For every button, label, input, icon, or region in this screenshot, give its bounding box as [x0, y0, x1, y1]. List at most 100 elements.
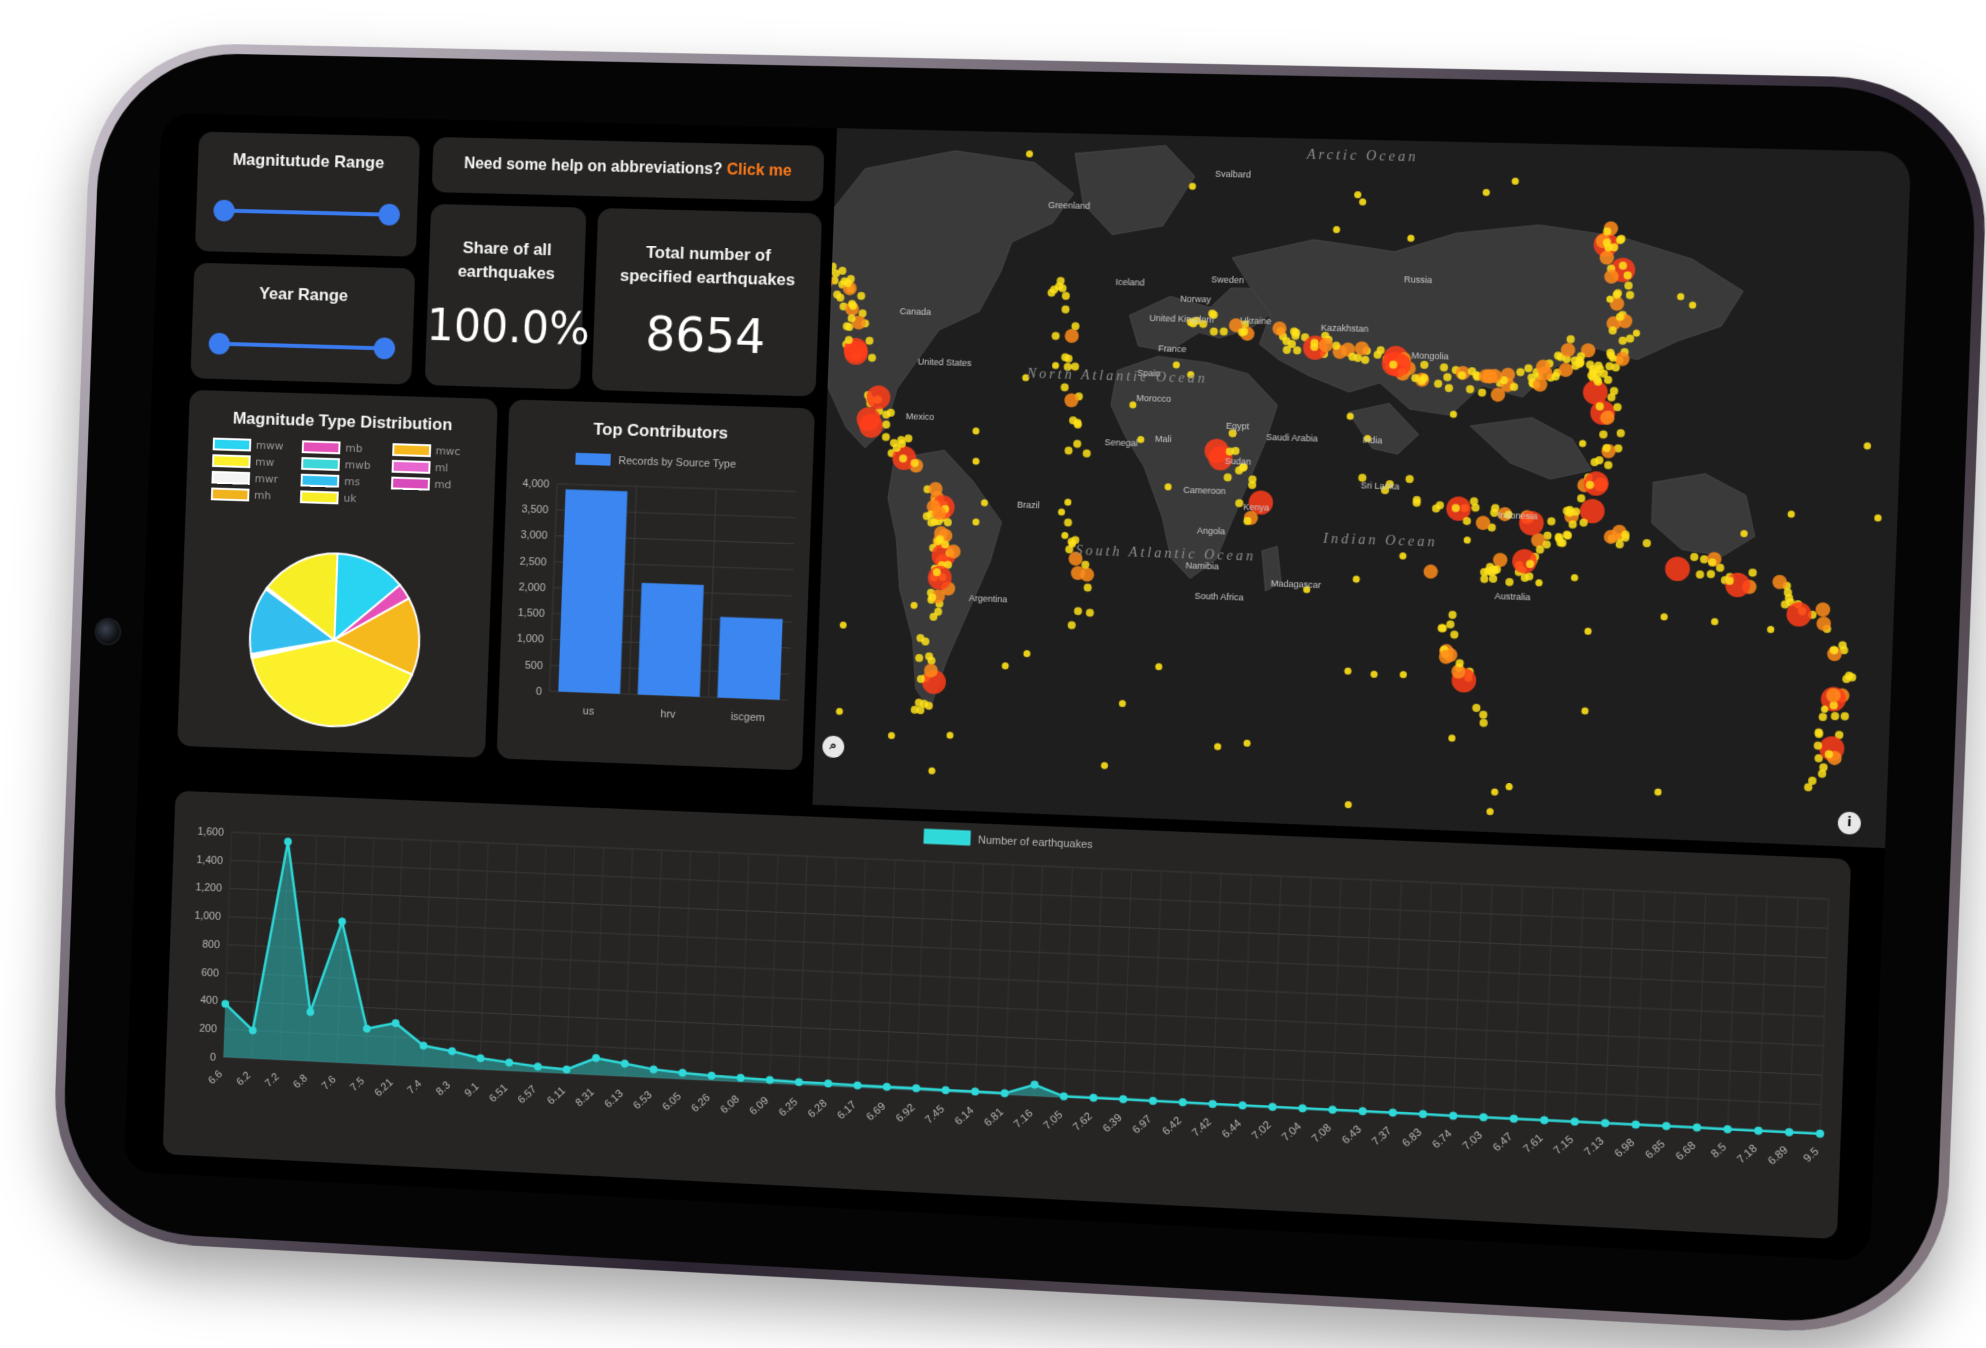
magnitude-min-handle[interactable]: [213, 200, 235, 222]
quake-marker[interactable]: [840, 621, 847, 628]
quake-marker[interactable]: [1616, 429, 1625, 437]
legend-item-uk[interactable]: uk: [300, 490, 379, 505]
legend-item-mwc[interactable]: mwc: [392, 443, 471, 458]
quake-marker[interactable]: [1061, 532, 1068, 539]
area-point-6.97[interactable]: [1149, 1097, 1157, 1105]
quake-marker[interactable]: [1643, 539, 1652, 547]
area-point-7.03[interactable]: [1479, 1113, 1487, 1121]
quake-marker[interactable]: [1448, 735, 1455, 742]
quake-marker[interactable]: [1064, 447, 1072, 455]
quake-marker[interactable]: [1345, 801, 1352, 808]
quake-marker[interactable]: [972, 427, 979, 434]
area-point-7.61[interactable]: [1540, 1116, 1549, 1125]
quake-marker[interactable]: [1581, 707, 1588, 714]
quake-marker[interactable]: [1486, 808, 1493, 815]
quake-marker[interactable]: [1874, 514, 1882, 521]
bar-us[interactable]: [558, 489, 627, 694]
area-point-6.89[interactable]: [1785, 1128, 1794, 1137]
quake-marker[interactable]: [836, 708, 843, 715]
area-point-7.18[interactable]: [1754, 1126, 1763, 1135]
quake-marker[interactable]: [1604, 461, 1613, 469]
legend-item-mb[interactable]: mb: [302, 440, 381, 455]
quake-marker[interactable]: [1505, 578, 1513, 586]
quake-marker[interactable]: [1333, 226, 1340, 233]
quake-marker[interactable]: [1748, 568, 1757, 576]
quake-marker[interactable]: [1483, 189, 1490, 196]
legend-item-ml[interactable]: ml: [391, 460, 470, 475]
legend-item-mh[interactable]: mh: [211, 487, 289, 502]
quake-marker[interactable]: [1450, 631, 1458, 639]
area-point-7.2[interactable]: [284, 837, 292, 845]
quake-marker[interactable]: [1073, 440, 1081, 448]
legend-item-mw[interactable]: mw: [212, 454, 290, 469]
quake-marker[interactable]: [888, 732, 895, 739]
quake-marker[interactable]: [1423, 564, 1438, 579]
quake-marker[interactable]: [1478, 388, 1486, 396]
quake-marker[interactable]: [1353, 576, 1360, 583]
quake-marker[interactable]: [1615, 540, 1624, 548]
quake-marker[interactable]: [1493, 553, 1508, 568]
quake-marker[interactable]: [1512, 178, 1519, 185]
quake-marker[interactable]: [1058, 508, 1065, 515]
quake-marker[interactable]: [1690, 553, 1699, 561]
quake-marker[interactable]: [1399, 552, 1406, 559]
quake-marker[interactable]: [823, 261, 831, 269]
quake-marker[interactable]: [1599, 430, 1608, 438]
quake-marker[interactable]: [904, 434, 912, 442]
quake-marker[interactable]: [1711, 618, 1719, 625]
earthquake-map[interactable]: Greenland Canada United States Mexico Brazil…: [812, 128, 1911, 848]
quake-marker[interactable]: [1074, 607, 1082, 615]
quake-marker[interactable]: [1061, 305, 1069, 313]
quake-marker[interactable]: [1815, 602, 1830, 617]
quake-marker[interactable]: [1665, 556, 1691, 581]
quake-marker[interactable]: [1086, 609, 1094, 617]
bar-iscgem[interactable]: [717, 617, 782, 700]
quake-marker[interactable]: [1464, 537, 1471, 544]
quake-marker[interactable]: [1840, 712, 1849, 720]
area-point-6.81[interactable]: [1000, 1089, 1008, 1097]
bar-hrv[interactable]: [638, 583, 704, 697]
quake-marker[interactable]: [1707, 570, 1716, 578]
quake-marker[interactable]: [1064, 518, 1072, 526]
quake-marker[interactable]: [1571, 574, 1578, 581]
quake-marker[interactable]: [1026, 150, 1033, 157]
quake-marker[interactable]: [1065, 329, 1080, 343]
quake-marker[interactable]: [1479, 719, 1487, 727]
quake-marker[interactable]: [1767, 626, 1775, 633]
area-point-6.43[interactable]: [1358, 1107, 1366, 1115]
quake-marker[interactable]: [1479, 711, 1487, 719]
quake-marker[interactable]: [1472, 704, 1480, 712]
area-point-6.83[interactable]: [1419, 1110, 1427, 1118]
area-point-7.45[interactable]: [942, 1086, 950, 1094]
quake-marker[interactable]: [1052, 332, 1060, 340]
quake-marker[interactable]: [1505, 783, 1512, 790]
area-point-6.47[interactable]: [1510, 1114, 1519, 1122]
area-point-6.14[interactable]: [971, 1087, 979, 1095]
area-point-6.98[interactable]: [1631, 1120, 1640, 1129]
quake-marker[interactable]: [1155, 663, 1162, 670]
legend-item-ms[interactable]: ms: [301, 474, 380, 489]
area-point-6.42[interactable]: [1179, 1098, 1187, 1106]
quake-marker[interactable]: [1370, 671, 1377, 678]
area-point-7.42[interactable]: [1208, 1100, 1216, 1108]
year-min-handle[interactable]: [208, 333, 230, 355]
quake-marker[interactable]: [1084, 583, 1092, 591]
quake-marker[interactable]: [1787, 511, 1795, 518]
area-point-7.37[interactable]: [1389, 1108, 1397, 1116]
area-point-6.92[interactable]: [912, 1084, 920, 1092]
magnitude-max-handle[interactable]: [378, 204, 400, 226]
quake-marker[interactable]: [1023, 650, 1030, 657]
area-point-7.62[interactable]: [1089, 1094, 1097, 1102]
area-point-6.74[interactable]: [1449, 1111, 1457, 1119]
quake-marker[interactable]: [1831, 712, 1840, 720]
quake-marker[interactable]: [1535, 579, 1542, 586]
quake-marker[interactable]: [946, 732, 953, 739]
area-point-6.44[interactable]: [1238, 1101, 1246, 1109]
quake-marker[interactable]: [972, 458, 979, 465]
quake-marker[interactable]: [1354, 191, 1361, 198]
quake-marker[interactable]: [1101, 762, 1108, 769]
quake-marker[interactable]: [1660, 613, 1667, 620]
quake-marker[interactable]: [882, 433, 890, 441]
area-point-7.6[interactable]: [338, 917, 346, 925]
legend-item-mww[interactable]: mww: [213, 438, 291, 453]
